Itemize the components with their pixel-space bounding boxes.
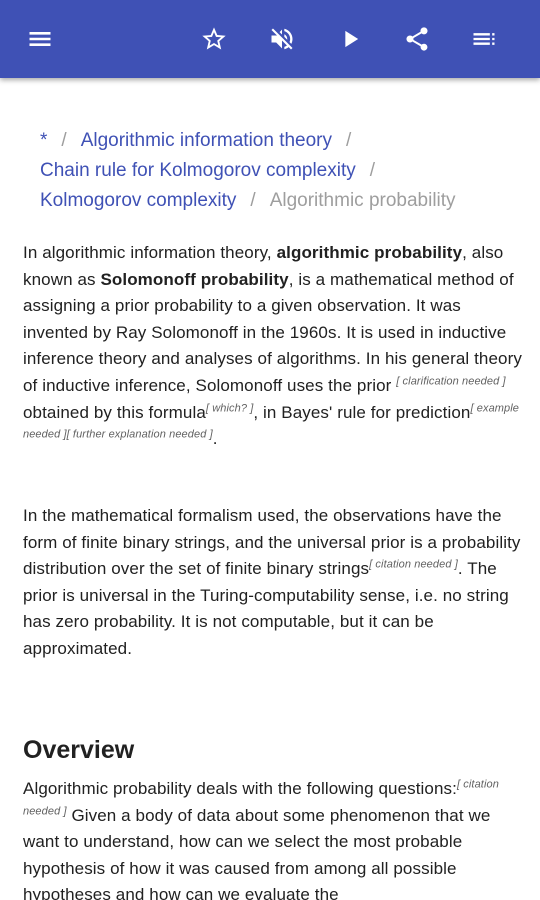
- volume-off-icon[interactable]: [263, 20, 301, 58]
- breadcrumb: * / Algorithmic information theory / Chain r…: [40, 126, 520, 216]
- clarification-needed-note[interactable]: [ clarification needed ]: [396, 375, 505, 387]
- bold-term: Solomonoff probability: [100, 269, 289, 289]
- share-icon[interactable]: [398, 20, 436, 58]
- breadcrumb-separator: /: [61, 130, 67, 151]
- which-note[interactable]: [ which? ]: [206, 402, 253, 414]
- overview-heading: Overview: [23, 736, 135, 764]
- bold-term: algorithmic probability: [276, 243, 463, 262]
- breadcrumb-separator: /: [250, 190, 256, 211]
- text-run: .: [212, 429, 218, 449]
- text-run: obtained by this formula: [23, 402, 206, 422]
- breadcrumb-kolmogorov-complexity-link[interactable]: Kolmogorov complexity: [40, 190, 236, 211]
- text-run: Algorithmic probability deals with the f…: [23, 779, 457, 798]
- play-icon[interactable]: [331, 20, 369, 58]
- menu-icon[interactable]: [21, 20, 59, 58]
- breadcrumb-separator: /: [346, 130, 352, 151]
- citation-needed-note[interactable]: [ citation needed ]: [369, 559, 458, 571]
- star-icon[interactable]: [195, 20, 233, 58]
- breadcrumb-algorithmic-information-theory-link[interactable]: Algorithmic information theory: [81, 130, 332, 151]
- breadcrumb-current-page: Algorithmic probability: [269, 190, 456, 211]
- breadcrumb-chain-rule-link[interactable]: Chain rule for Kolmogorov complexity: [40, 160, 356, 181]
- toc-icon[interactable]: [465, 20, 503, 58]
- formalism-paragraph: In the mathematical formalism used, the …: [23, 503, 523, 663]
- overview-paragraph: Algorithmic probability deals with the f…: [23, 776, 523, 900]
- breadcrumb-separator: /: [369, 160, 376, 181]
- breadcrumb-home-link[interactable]: *: [40, 130, 47, 151]
- app-toolbar: [0, 0, 540, 78]
- article-content: * / Algorithmic information theory / Chain r…: [0, 78, 540, 900]
- text-run: Given a body of data about some phenomen…: [23, 805, 491, 900]
- text-run: , in Bayes' rule for prediction: [253, 402, 471, 422]
- intro-paragraph: In algorithmic information theory, algor…: [23, 240, 523, 453]
- text-run: In algorithmic information theory,: [23, 243, 277, 262]
